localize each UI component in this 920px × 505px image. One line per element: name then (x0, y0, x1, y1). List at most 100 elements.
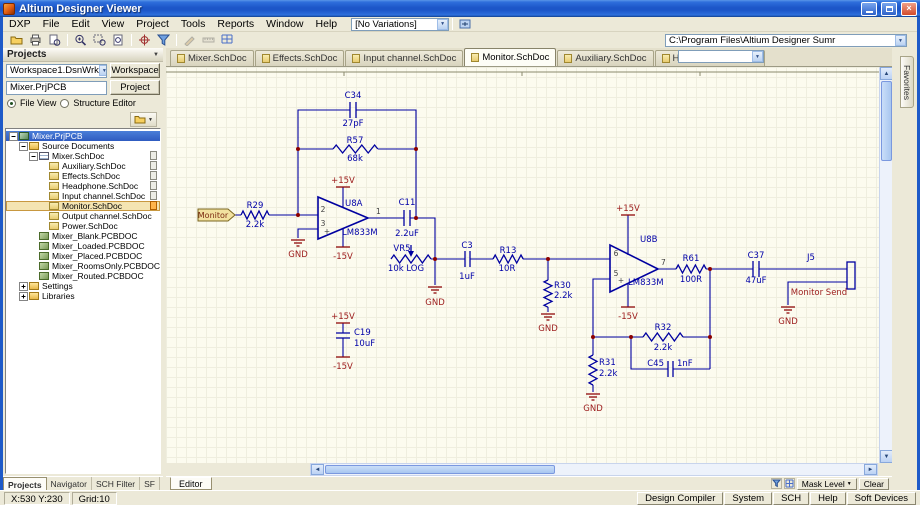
workspace-combo[interactable]: Workspace1.DsnWrk ▼ (6, 64, 107, 78)
menu-project[interactable]: Project (130, 17, 175, 32)
project-combo[interactable]: Mixer.PrjPCB (6, 81, 107, 95)
tree-item-auxiliary-schdoc[interactable]: Auxiliary.SchDoc (6, 161, 160, 171)
app-icon (3, 3, 15, 15)
scroll-down-button[interactable]: ▼ (880, 450, 892, 463)
sch-button[interactable]: SCH (773, 492, 809, 505)
clear-button[interactable]: Clear (859, 478, 889, 490)
secondary-toolbar-combo[interactable]: ▼ (678, 50, 764, 63)
capacitor-c19-symbol (336, 333, 350, 338)
tree-item-power-schdoc[interactable]: Power.SchDoc (6, 221, 160, 231)
schematic-canvas[interactable]: Monitor C34 27pF R57 68k R29 2.2k 2 3 + … (166, 67, 892, 463)
projects-panel-title: Projects (7, 49, 46, 60)
tree-item-mixer-blank-pcbdoc[interactable]: Mixer_Blank.PCBDOC (6, 231, 160, 241)
tab-projects[interactable]: Projects (3, 477, 47, 490)
scroll-up-icon: ▲ (884, 71, 890, 77)
design-compiler-button[interactable]: Design Compiler (637, 492, 723, 505)
tree-item-effects-schdoc[interactable]: Effects.SchDoc (6, 171, 160, 181)
chevron-down-icon[interactable]: ▼ (752, 51, 763, 62)
expand-icon[interactable] (19, 292, 28, 301)
menu-tools[interactable]: Tools (175, 17, 212, 32)
port-monitor-label: Monitor (198, 211, 229, 220)
mask-icon[interactable] (771, 478, 782, 489)
doc-tab-input-channel[interactable]: Input channel.SchDoc (345, 50, 463, 66)
tree-item-source-documents[interactable]: Source Documents (6, 141, 160, 151)
menu-reports[interactable]: Reports (211, 17, 260, 32)
filter-icon[interactable] (154, 33, 173, 48)
open-document-icon (150, 191, 157, 200)
chevron-down-icon[interactable]: ▼ (99, 65, 107, 76)
tab-sf[interactable]: SF (140, 477, 160, 490)
print-icon[interactable] (26, 33, 45, 48)
separator (452, 18, 453, 30)
horizontal-scrollbar[interactable]: ◄ ► (310, 463, 878, 476)
tree-item-libraries[interactable]: Libraries (6, 291, 160, 301)
grid-settings-icon[interactable] (218, 33, 237, 48)
tree-item-mixer-schdoc[interactable]: Mixer.SchDoc (6, 151, 160, 161)
collapse-icon[interactable] (19, 142, 28, 151)
variations-combo[interactable]: [No Variations] ▼ (351, 18, 449, 31)
zoom-area-icon[interactable] (90, 33, 109, 48)
tree-item-mixer-loaded-pcbdoc[interactable]: Mixer_Loaded.PCBDOC (6, 241, 160, 251)
restore-button[interactable] (881, 2, 897, 16)
tree-item-mixer-prjpcb[interactable]: Mixer.PrjPCB (6, 131, 160, 141)
document-path-combo[interactable]: C:\Program Files\Altium Designer Sumr ▼ (665, 34, 907, 47)
menu-help[interactable]: Help (310, 17, 344, 32)
soft-devices-button[interactable]: Soft Devices (847, 492, 916, 505)
menu-edit[interactable]: Edit (66, 17, 96, 32)
system-button[interactable]: System (724, 492, 772, 505)
workspace-button[interactable]: Workspace (110, 63, 160, 78)
file-view-label: File View (20, 98, 56, 108)
tree-item-input-channel-schdoc[interactable]: Input channel.SchDoc (6, 191, 160, 201)
open-document-icon[interactable] (7, 33, 26, 48)
doc-tab-monitor[interactable]: Monitor.SchDoc (464, 48, 556, 66)
tab-sch-filter[interactable]: SCH Filter (92, 477, 140, 490)
menu-dxp[interactable]: DXP (3, 17, 37, 32)
c37-value: 47uF (745, 276, 766, 286)
structure-editor-radio[interactable] (60, 99, 69, 108)
scroll-up-button[interactable]: ▲ (880, 67, 892, 80)
file-view-radio[interactable] (7, 99, 16, 108)
doc-tab-effects[interactable]: Effects.SchDoc (255, 50, 345, 66)
tree-item-mixer-roomsonly-pcbdoc[interactable]: Mixer_RoomsOnly.PCBDOC (6, 261, 160, 271)
measure-icon[interactable] (199, 33, 218, 48)
print-preview-icon[interactable] (45, 33, 64, 48)
chevron-down-icon[interactable]: ▼ (437, 19, 448, 30)
menu-window[interactable]: Window (260, 17, 309, 32)
doc-tab-mixer[interactable]: Mixer.SchDoc (170, 50, 254, 66)
grid-toggle-icon[interactable] (784, 478, 795, 489)
menu-file[interactable]: File (37, 17, 66, 32)
help-button[interactable]: Help (810, 492, 846, 505)
doc-tab-auxiliary[interactable]: Auxiliary.SchDoc (557, 50, 653, 66)
menu-view[interactable]: View (96, 17, 131, 32)
minimize-button[interactable] (861, 2, 877, 16)
scroll-left-button[interactable]: ◄ (311, 464, 324, 475)
tree-item-headphone-schdoc[interactable]: Headphone.SchDoc (6, 181, 160, 191)
tab-navigator[interactable]: Navigator (47, 477, 92, 490)
annotate-icon[interactable] (180, 33, 199, 48)
chevron-down-icon[interactable]: ▼ (895, 35, 906, 46)
variant-tool-icon[interactable] (456, 17, 475, 32)
tree-item-monitor-schdoc[interactable]: Monitor.SchDoc (6, 201, 160, 211)
collapse-icon[interactable] (29, 152, 38, 161)
favorites-panel-tab[interactable]: Favorites (900, 56, 914, 108)
tree-item-mixer-routed-pcbdoc[interactable]: Mixer_Routed.PCBDOC (6, 271, 160, 281)
zoom-document-icon[interactable] (109, 33, 128, 48)
tree-item-output-channel-schdoc[interactable]: Output channel.SchDoc (6, 211, 160, 221)
project-button[interactable]: Project (110, 80, 160, 95)
mask-level-button[interactable]: Mask Level ▼ (797, 478, 857, 490)
cross-probe-icon[interactable] (135, 33, 154, 48)
panel-options-button[interactable]: ▼ (130, 112, 157, 127)
tab-editor[interactable]: Editor (170, 477, 212, 490)
vertical-scrollbar[interactable]: ▲ ▼ (879, 67, 892, 463)
zoom-in-icon[interactable] (71, 33, 90, 48)
chevron-down-icon[interactable]: ▼ (153, 52, 159, 58)
collapse-icon[interactable] (9, 132, 18, 141)
tree-item-settings[interactable]: Settings (6, 281, 160, 291)
tree-item-mixer-placed-pcbdoc[interactable]: Mixer_Placed.PCBDOC (6, 251, 160, 261)
vertical-scroll-thumb[interactable] (881, 81, 892, 161)
scroll-right-button[interactable]: ► (864, 464, 877, 475)
horizontal-scroll-thumb[interactable] (325, 465, 555, 474)
close-button[interactable]: × (901, 2, 917, 16)
schematic-components[interactable] (241, 102, 855, 385)
expand-icon[interactable] (19, 282, 28, 291)
